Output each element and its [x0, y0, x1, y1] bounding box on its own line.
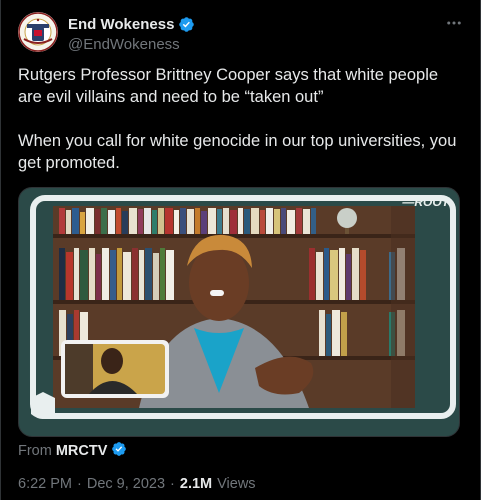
tweet-header: End Wokeness @EndWokeness [18, 12, 463, 56]
tweet-date[interactable]: Dec 9, 2023 [87, 476, 165, 492]
avatar[interactable] [18, 12, 58, 52]
source-name-link[interactable]: MRCTV [56, 443, 108, 459]
more-dots-icon[interactable] [445, 14, 463, 37]
author-handle[interactable]: @EndWokeness [68, 36, 195, 53]
video-frame-image [19, 188, 459, 436]
video-watermark: —ROOT [402, 195, 449, 209]
tweet-text: Rutgers Professor Brittney Cooper says t… [18, 64, 463, 174]
tweet-text-line-2: When you call for white genocide in our … [18, 132, 461, 172]
meta-separator: · [170, 476, 175, 492]
meta-separator: · [77, 476, 82, 492]
avatar-logo-icon [18, 12, 58, 52]
tweet-time[interactable]: 6:22 PM [18, 476, 72, 492]
tweet-text-line-1: Rutgers Professor Brittney Cooper says t… [18, 66, 443, 106]
tweet-video[interactable]: —ROOT [18, 187, 460, 437]
source-verified-badge-icon [111, 441, 127, 461]
video-source: From MRCTV [18, 441, 127, 461]
timeline-border-left [0, 0, 1, 500]
views-count: 2.1M [179, 476, 213, 492]
source-prefix: From [18, 443, 52, 459]
author-display-name[interactable]: End Wokeness [68, 16, 174, 33]
tweet-meta: 6:22 PM · Dec 9, 2023 · 2.1M Views [18, 476, 256, 492]
views-label: Views [217, 476, 256, 492]
verified-badge-icon [178, 16, 195, 33]
